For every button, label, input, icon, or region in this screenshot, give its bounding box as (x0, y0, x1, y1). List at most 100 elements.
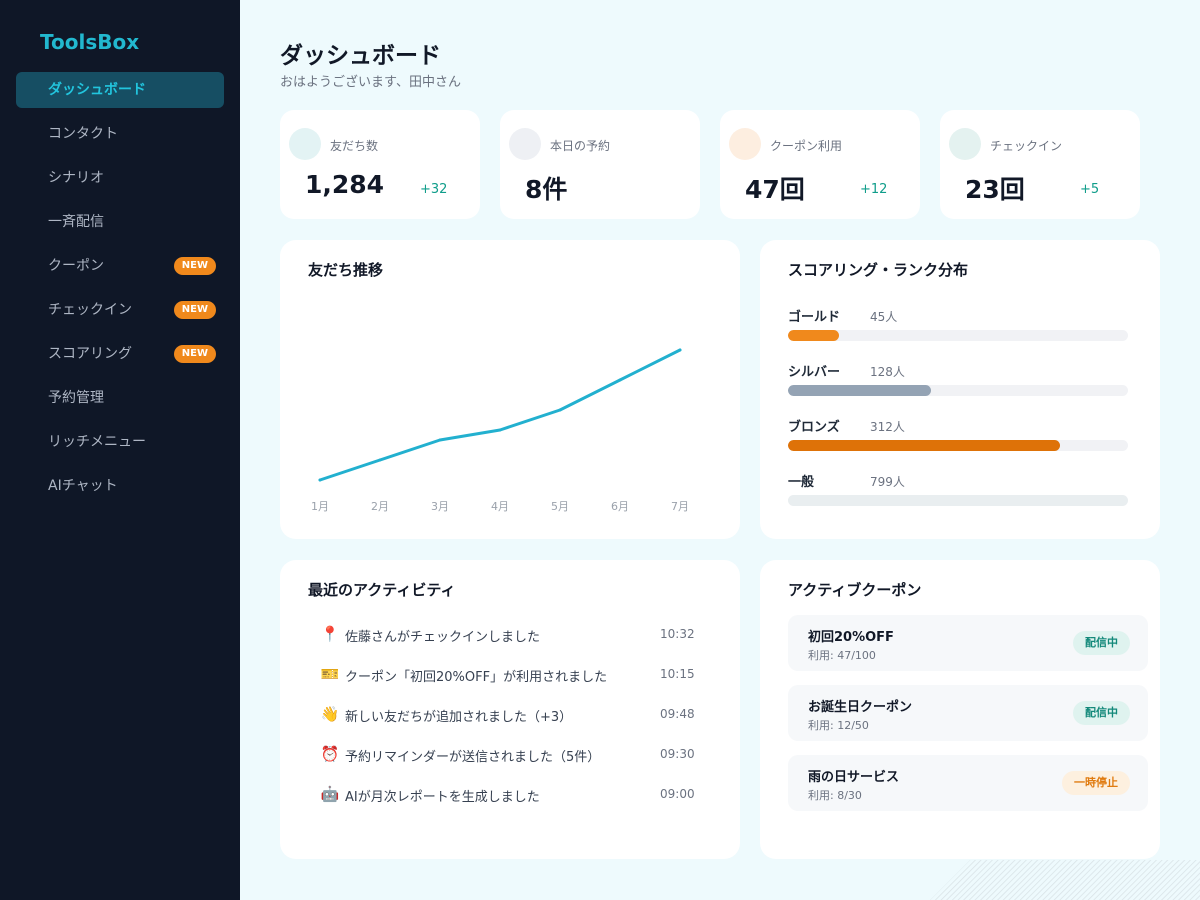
rank-count: 799人 (870, 475, 905, 489)
sidebar-item-label: AIチャット (48, 478, 118, 494)
stat-delta: +5 (1080, 182, 1100, 197)
stat-card: チェックイン 23回 +5 (940, 110, 1140, 219)
friends-chart-panel: 友だち推移 1月 2月 3月 4月 5月 6月 7月 (280, 240, 740, 539)
sidebar-item-label: 一斉配信 (48, 214, 104, 230)
rank-count: 128人 (870, 365, 905, 379)
stat-value: 8件 (525, 175, 568, 204)
coupon-usage: 利用: 47/100 (808, 649, 876, 662)
activity-item: 🎫 クーポン「初回20%OFF」が利用されました 10:15 (320, 664, 700, 688)
x-tick-label: 5月 (551, 500, 569, 513)
activity-time: 10:32 (660, 627, 695, 641)
calendar-icon (509, 128, 541, 160)
stat-card: 友だち数 1,284 +32 (280, 110, 480, 219)
decorative-stripes (930, 860, 1200, 900)
activity-text: 佐藤さんがチェックインしました (345, 630, 541, 645)
page-title: ダッシュボード (280, 43, 441, 69)
friends-series-line (318, 348, 682, 482)
rank-count: 312人 (870, 420, 905, 434)
coupon-name: 雨の日サービス (808, 770, 900, 785)
stat-delta: +12 (860, 182, 888, 197)
sidebar-item[interactable]: シナリオ (16, 160, 224, 196)
x-tick-label: 1月 (311, 500, 329, 513)
coupon-card[interactable]: 雨の日サービス 利用: 8/30 一時停止 (788, 755, 1148, 811)
sidebar-item-label: チェックイン (48, 302, 132, 318)
rank-bar-track (788, 495, 1128, 506)
rank-row: シルバー 128人 (788, 361, 1128, 401)
sidebar-nav: ダッシュボードコンタクトシナリオ一斉配信クーポン NEW チェックイン NEW スコアリ… (16, 72, 224, 512)
sidebar-item[interactable]: AIチャット (16, 468, 224, 504)
data-point (318, 478, 322, 482)
coupon-usage: 利用: 12/50 (808, 719, 869, 732)
rank-panel: スコアリング・ランク分布 ゴールド 45人 シルバー 128人 ブロンズ 312人 一般 79… (760, 240, 1160, 539)
rank-bar-track (788, 385, 1128, 396)
ticket-icon (729, 128, 761, 160)
rank-row: ブロンズ 312人 (788, 416, 1128, 456)
rank-bar (788, 495, 1128, 506)
pin-icon: 📍 (320, 625, 340, 643)
sidebar-item[interactable]: リッチメニュー (16, 424, 224, 460)
sidebar-item-label: シナリオ (48, 170, 104, 186)
coupon-card[interactable]: お誕生日クーポン 利用: 12/50 配信中 (788, 685, 1148, 741)
activity-text: AIが月次レポートを生成しました (345, 790, 540, 805)
sidebar-item[interactable]: ダッシュボード (16, 72, 224, 108)
new-badge: NEW (173, 301, 216, 319)
activity-time: 10:15 (660, 667, 695, 681)
data-point (378, 458, 382, 462)
rank-name: ブロンズ (788, 420, 840, 435)
sidebar-item[interactable]: クーポン NEW (16, 248, 224, 284)
stat-label: 本日の予約 (550, 139, 611, 153)
checkin-icon (949, 128, 981, 160)
activity-time: 09:30 (660, 747, 695, 761)
sidebar: ToolsBox ダッシュボード コンタクト シナリオ 一斉配信 クーポン NEW チェック… (0, 0, 240, 900)
panel-title: スコアリング・ランク分布 (788, 261, 969, 279)
coupon-status-badge: 一時停止 (1062, 771, 1130, 795)
rank-bar (788, 385, 931, 396)
sidebar-item-label: クーポン (48, 258, 104, 274)
coupon-usage: 利用: 8/30 (808, 789, 862, 802)
data-point (438, 438, 442, 442)
new-badge: NEW (173, 257, 216, 275)
rank-bar-track (788, 440, 1128, 451)
alarm-icon: ⏰ (320, 745, 340, 763)
rank-bar (788, 440, 1060, 451)
panel-title: 最近のアクティビティ (308, 581, 456, 599)
ticket-icon: 🎫 (320, 665, 340, 683)
activity-item: 📍 佐藤さんがチェックインしました 10:32 (320, 624, 700, 648)
rank-name: シルバー (788, 365, 841, 380)
rank-bar-track (788, 330, 1128, 341)
data-point (618, 378, 622, 382)
coupon-panel: アクティブクーポン 初回20%OFF 利用: 47/100 配信中 お誕生日クーポン利… (760, 560, 1160, 859)
activity-item: ⏰ 予約リマインダーが送信されました（5件） 09:30 (320, 744, 700, 768)
stat-card: クーポン利用 47回 +12 (720, 110, 920, 219)
activity-panel: 最近のアクティビティ 📍 佐藤さんがチェックインしました 10:32 🎫 クーポン「初回… (280, 560, 740, 859)
friends-line-chart: 1月 2月 3月 4月 5月 6月 7月 (311, 348, 689, 513)
activity-item: 🤖 AIが月次レポートを生成しました 09:00 (320, 784, 700, 808)
activity-item: 👋 新しい友だちが追加されました（+3） 09:48 (320, 704, 700, 728)
data-point (498, 428, 502, 432)
stat-label: 友だち数 (330, 139, 379, 153)
panel-title: アクティブクーポン (788, 581, 922, 599)
sidebar-item[interactable]: チェックイン NEW (16, 292, 224, 328)
sidebar-item[interactable]: 一斉配信 (16, 204, 224, 240)
x-tick-label: 7月 (671, 500, 689, 513)
rank-bar (788, 330, 839, 341)
stat-value: 23回 (965, 175, 1025, 204)
app-logo[interactable]: ToolsBox (40, 30, 139, 54)
x-tick-label: 3月 (431, 500, 449, 513)
stat-label: チェックイン (990, 139, 1063, 153)
x-tick-label: 6月 (611, 500, 629, 513)
coupon-card[interactable]: 初回20%OFF 利用: 47/100 配信中 (788, 615, 1148, 671)
sidebar-item-label: リッチメニュー (48, 434, 146, 450)
sidebar-item-label: ダッシュボード (48, 82, 146, 98)
activity-text: 新しい友だちが追加されました（+3） (345, 710, 573, 725)
coupon-status-badge: 配信中 (1073, 701, 1130, 725)
rank-count: 45人 (870, 310, 898, 324)
stat-value: 1,284 (305, 170, 385, 199)
data-point (678, 348, 682, 352)
stat-delta: +32 (420, 182, 448, 197)
rank-row: 一般 799人 (788, 471, 1128, 511)
sidebar-item[interactable]: コンタクト (16, 116, 224, 152)
sidebar-item[interactable]: 予約管理 (16, 380, 224, 416)
sidebar-item[interactable]: スコアリング NEW (16, 336, 224, 372)
x-tick-label: 4月 (491, 500, 509, 513)
